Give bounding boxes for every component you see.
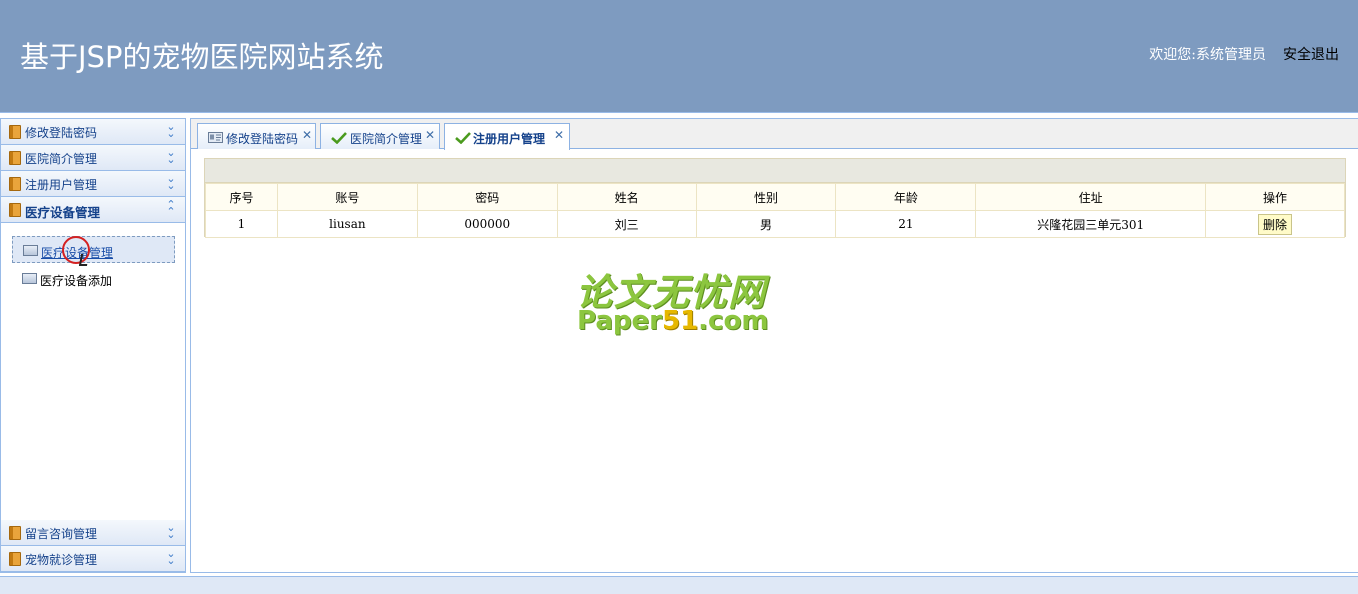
sidebar-section-hospital-intro[interactable]: 医院简介管理 ⌄ ⌄	[1, 145, 185, 171]
close-icon[interactable]: ✕	[554, 128, 564, 142]
watermark: 论文无忧网 Paper51.com	[576, 262, 786, 342]
tab-label: 注册用户管理	[473, 132, 546, 146]
sidebar-section-consultation[interactable]: 留言咨询管理 ⌄ ⌄	[1, 520, 185, 546]
chevron-double-down-icon[interactable]: ⌄ ⌄	[165, 548, 177, 566]
sidebar-section-label: 注册用户管理	[25, 178, 98, 192]
watermark-en: Paper51.com	[577, 306, 768, 336]
sidebar-section-label: 医院简介管理	[25, 152, 98, 166]
tab-hospital-intro[interactable]: 医院简介管理 ✕	[320, 123, 440, 149]
table-cell: 男	[695, 210, 837, 238]
sidebar-section-user-management[interactable]: 注册用户管理 ⌄ ⌄	[1, 171, 185, 197]
folder-icon	[9, 526, 21, 540]
tab-bar: 修改登陆密码 ✕ 医院简介管理 ✕ 注册用户管理 ✕	[191, 119, 1358, 150]
main-panel: 修改登陆密码 ✕ 医院简介管理 ✕ 注册用户管理 ✕ 序号 账号 密码 姓名 性…	[190, 118, 1358, 573]
id-card-icon	[22, 273, 37, 284]
folder-icon	[9, 151, 21, 165]
table-cell: liusan	[276, 210, 418, 238]
column-header: 性别	[695, 183, 837, 211]
table-cell: 1	[205, 210, 278, 238]
user-table: 序号 账号 密码 姓名 性别 年龄 住址 操作 1 liusan 000000 …	[205, 183, 1345, 238]
close-icon[interactable]: ✕	[302, 128, 312, 142]
tab-change-password[interactable]: 修改登陆密码 ✕	[197, 123, 316, 149]
tab-user-management[interactable]: 注册用户管理 ✕	[444, 123, 570, 150]
column-header: 序号	[205, 183, 278, 211]
sidebar-section-pet-visit[interactable]: 宠物就诊管理 ⌄ ⌄	[1, 546, 185, 572]
table-cell: 兴隆花园三单元301	[975, 210, 1207, 238]
sidebar-section-label: 宠物就诊管理	[25, 553, 98, 567]
tree-item-equipment-management[interactable]: 医疗设备管理	[12, 236, 175, 263]
sidebar: 修改登陆密码 ⌄ ⌄ 医院简介管理 ⌄ ⌄ 注册用户管理 ⌄ ⌄ 医疗设备管理 ⌃ ⌃ …	[0, 118, 186, 573]
watermark-en-pre: Paper	[577, 306, 662, 336]
folder-icon	[9, 177, 21, 191]
folder-icon	[9, 125, 21, 139]
equipment-tree: 医疗设备管理 医疗设备添加	[1, 223, 185, 520]
watermark-en-post: .com	[698, 306, 769, 336]
table-header-row: 序号 账号 密码 姓名 性别 年龄 住址 操作	[205, 183, 1345, 211]
app-title: 基于JSP的宠物医院网站系统	[20, 40, 384, 74]
sidebar-section-equipment[interactable]: 医疗设备管理 ⌃ ⌃	[1, 197, 185, 223]
chevron-double-up-icon[interactable]: ⌃ ⌃	[165, 199, 177, 217]
user-grid: 序号 账号 密码 姓名 性别 年龄 住址 操作 1 liusan 000000 …	[204, 158, 1346, 238]
sidebar-section-label: 医疗设备管理	[25, 205, 101, 220]
sidebar-section-label: 修改登陆密码	[25, 126, 98, 140]
tree-item-equipment-add[interactable]: 医疗设备添加	[12, 265, 175, 292]
table-cell: 000000	[416, 210, 558, 238]
close-icon[interactable]: ✕	[425, 128, 435, 142]
check-icon	[331, 132, 347, 144]
table-cell: 21	[835, 210, 977, 238]
chevron-double-down-icon[interactable]: ⌄ ⌄	[165, 522, 177, 540]
column-header: 账号	[276, 183, 418, 211]
chevron-double-down-icon[interactable]: ⌄ ⌄	[165, 173, 177, 191]
folder-icon	[9, 203, 21, 217]
logout-link[interactable]: 安全退出	[1283, 44, 1339, 64]
column-header: 操作	[1205, 183, 1345, 211]
id-card-icon	[23, 245, 38, 256]
check-icon	[455, 132, 471, 144]
column-header: 年龄	[835, 183, 977, 211]
table-row: 1 liusan 000000 刘三 男 21 兴隆花园三单元301 删除	[205, 210, 1345, 238]
folder-icon	[9, 552, 21, 566]
chevron-double-down-icon[interactable]: ⌄ ⌄	[165, 121, 177, 139]
column-header: 姓名	[556, 183, 697, 211]
chevron-double-down-icon[interactable]: ⌄ ⌄	[165, 147, 177, 165]
id-card-icon	[208, 132, 223, 143]
table-cell: 刘三	[556, 210, 697, 238]
tab-label: 修改登陆密码	[226, 132, 299, 146]
watermark-en-hi: 51	[661, 306, 699, 336]
table-cell-actions: 删除	[1205, 210, 1345, 238]
page-header: 基于JSP的宠物医院网站系统 欢迎您:系统管理员 安全退出	[0, 0, 1358, 113]
tree-item-label: 医疗设备添加	[40, 274, 113, 288]
tab-label: 医院简介管理	[350, 132, 423, 146]
sidebar-section-change-password[interactable]: 修改登陆密码 ⌄ ⌄	[1, 119, 185, 145]
page-footer	[0, 576, 1358, 594]
delete-button[interactable]: 删除	[1258, 213, 1293, 235]
sidebar-section-label: 留言咨询管理	[25, 527, 98, 541]
column-header: 住址	[975, 183, 1207, 211]
welcome-text: 欢迎您:系统管理员	[1149, 47, 1266, 63]
grid-toolbar	[205, 159, 1345, 183]
column-header: 密码	[416, 183, 558, 211]
